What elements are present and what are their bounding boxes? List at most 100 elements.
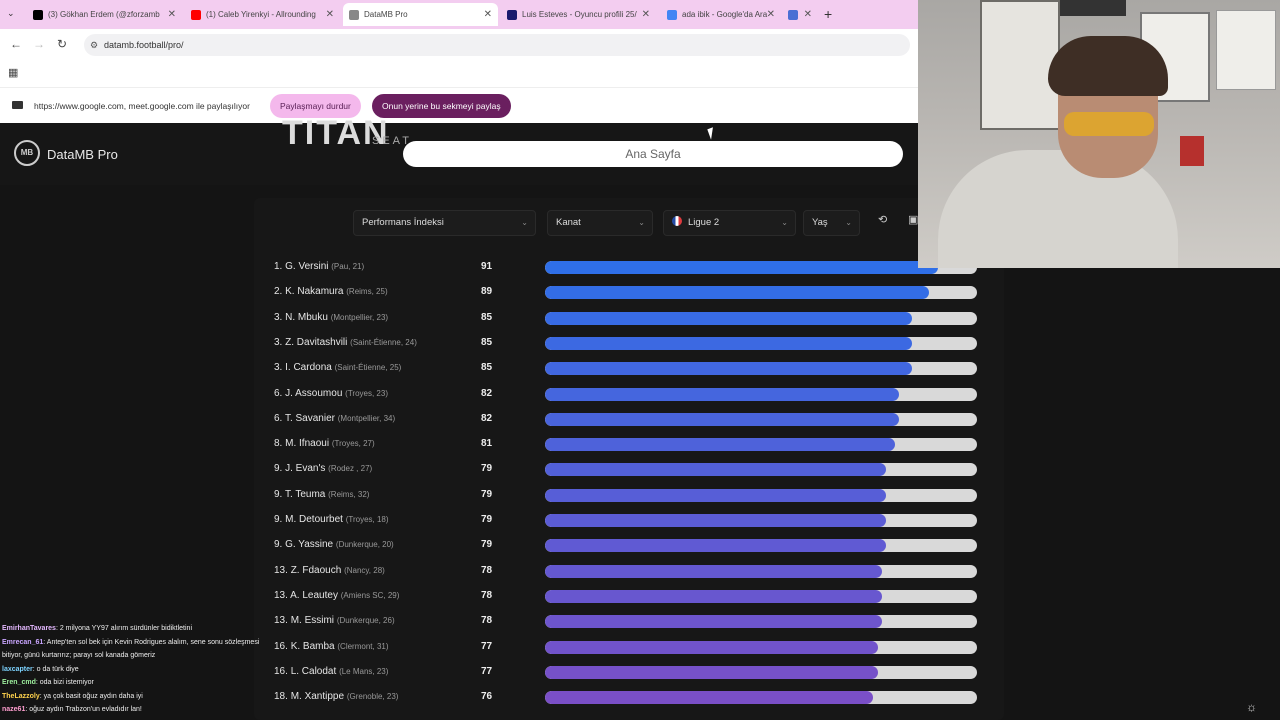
player-name-label[interactable]: 3. N. Mbuku (Montpellier, 23) [274, 312, 388, 323]
player-name: M. Detourbet [285, 514, 343, 525]
player-score: 79 [481, 488, 493, 500]
player-name-label[interactable]: 3. Z. Davitashvili (Saint-Étienne, 24) [274, 337, 417, 348]
theme-toggle-icon[interactable]: ☼ [1246, 700, 1257, 714]
player-row[interactable]: 9. J. Evan's (Rodez , 27) 79 [274, 457, 984, 482]
score-bar-fill [545, 539, 887, 553]
address-bar[interactable]: ⚙ datamb.football/pro/ [84, 34, 910, 56]
player-row[interactable]: 2. K. Nakamura (Reims, 25) 89 [274, 280, 984, 305]
home-search-input[interactable]: Ana Sayfa [403, 141, 903, 167]
player-name: I. Cardona [285, 362, 332, 374]
score-bar-track [545, 615, 977, 629]
apps-grid-icon[interactable]: ▦ [8, 66, 18, 79]
player-row[interactable]: 9. T. Teuma (Reims, 32) 79 [274, 483, 984, 508]
close-tab-icon[interactable]: ✕ [168, 9, 176, 20]
score-bar-fill [545, 387, 900, 401]
score-bar-fill [545, 261, 939, 274]
stream-chat-overlay: EmirhanTavares: 2 milyona YY97 alırım sü… [2, 622, 264, 717]
player-name-label[interactable]: 8. M. Ifnaoui (Troyes, 27) [274, 438, 375, 449]
score-bar-fill [545, 691, 874, 705]
player-score: 82 [481, 412, 493, 424]
browser-tab[interactable]: (3) Gökhan Erdem (@zforzamb ✕ [27, 3, 182, 26]
player-name: M. Ifnaoui [285, 438, 330, 450]
player-name-label[interactable]: 3. I. Cardona (Saint-Étienne, 25) [274, 362, 401, 373]
league-select[interactable]: Ligue 2 ⌄ [663, 210, 796, 236]
reload-icon[interactable]: ↻ [57, 37, 67, 51]
player-name-label[interactable]: 6. T. Savanier (Montpellier, 34) [274, 413, 395, 424]
player-name-label[interactable]: 13. M. Essimi (Dunkerque, 26) [274, 615, 395, 626]
score-bar-fill [545, 488, 887, 502]
screen-share-icon [12, 101, 23, 109]
player-name-label[interactable]: 16. K. Bamba (Clermont, 31) [274, 641, 389, 652]
player-rank: 13. [274, 564, 288, 576]
player-name-label[interactable]: 9. J. Evan's (Rodez , 27) [274, 463, 372, 474]
close-tab-icon[interactable]: ✕ [767, 9, 775, 20]
player-rank: 8. [274, 438, 283, 450]
player-score: 85 [481, 362, 493, 374]
player-name-label[interactable]: 13. A. Leautey (Amiens SC, 29) [274, 590, 399, 601]
player-club-age: (Le Mans, 23) [339, 666, 389, 676]
browser-tab[interactable]: (1) Caleb Yirenkyi - Allrounding ✕ [185, 3, 340, 26]
metric-select[interactable]: Performans İndeksi ⌄ [353, 210, 536, 236]
site-info-icon[interactable]: ⚙ [90, 34, 98, 56]
share-this-tab-button[interactable]: Onun yerine bu sekmeyi paylaş [372, 94, 511, 118]
forward-icon[interactable]: → [33, 37, 45, 51]
player-name: N. Mbuku [285, 311, 328, 323]
score-bar-fill [545, 438, 895, 452]
player-name-label[interactable]: 1. G. Versini (Pau, 21) [274, 261, 364, 272]
player-name-label[interactable]: 6. J. Assoumou (Troyes, 23) [274, 388, 388, 399]
calendar-icon[interactable]: ▣ [908, 213, 918, 226]
player-row[interactable]: 3. I. Cardona (Saint-Étienne, 25) 85 [274, 356, 984, 381]
browser-tab[interactable]: ✕ [782, 3, 818, 26]
player-row[interactable]: 16. K. Bamba (Clermont, 31) 77 [274, 635, 984, 660]
site-header: MB DataMB Pro TITAN SEAT Ana Sayfa [0, 114, 918, 185]
player-row[interactable]: 9. G. Yassine (Dunkerque, 20) 79 [274, 533, 984, 558]
close-tab-icon[interactable]: ✕ [642, 9, 650, 20]
player-row[interactable]: 9. M. Detourbet (Troyes, 18) 79 [274, 508, 984, 533]
player-row[interactable]: 13. Z. Fdaouch (Nancy, 28) 78 [274, 559, 984, 584]
player-rank: 2. [274, 286, 283, 298]
new-tab-button[interactable]: + [824, 6, 832, 22]
player-row[interactable]: 8. M. Ifnaoui (Troyes, 27) 81 [274, 432, 984, 457]
player-row[interactable]: 3. N. Mbuku (Montpellier, 23) 85 [274, 306, 984, 331]
datamb-logo-icon[interactable]: MB [14, 140, 40, 166]
position-select[interactable]: Kanat ⌄ [547, 210, 653, 236]
player-name-label[interactable]: 9. T. Teuma (Reims, 32) [274, 489, 369, 500]
player-score: 85 [481, 336, 493, 348]
player-name: K. Bamba [290, 640, 335, 652]
player-name-label[interactable]: 16. L. Calodat (Le Mans, 23) [274, 666, 388, 677]
tab-search-icon[interactable]: ⌄ [7, 8, 15, 19]
player-name-label[interactable]: 9. M. Detourbet (Troyes, 18) [274, 514, 389, 525]
score-bar-fill [545, 463, 887, 477]
player-row[interactable]: 13. A. Leautey (Amiens SC, 29) 78 [274, 584, 984, 609]
player-rank: 9. [274, 463, 283, 475]
browser-tab[interactable]: DataMB Pro ✕ [343, 3, 498, 26]
player-row[interactable]: 13. M. Essimi (Dunkerque, 26) 78 [274, 609, 984, 634]
close-tab-icon[interactable]: ✕ [804, 9, 812, 20]
player-name: M. Xantippe [290, 691, 345, 703]
player-row[interactable]: 18. M. Xantippe (Grenoble, 23) 76 [274, 685, 984, 710]
player-row[interactable]: 3. Z. Davitashvili (Saint-Étienne, 24) 85 [274, 331, 984, 356]
player-name-label[interactable]: 13. Z. Fdaouch (Nancy, 28) [274, 565, 385, 576]
close-tab-icon[interactable]: ✕ [326, 9, 334, 20]
browser-tab[interactable]: Luis Esteves - Oyuncu profili 25/ ✕ [501, 3, 656, 26]
site-title[interactable]: DataMB Pro [47, 147, 118, 162]
player-row[interactable]: 6. J. Assoumou (Troyes, 23) 82 [274, 382, 984, 407]
player-rank: 16. [274, 640, 288, 652]
player-score: 79 [481, 539, 493, 551]
score-bar-track [545, 564, 977, 578]
player-name-label[interactable]: 9. G. Yassine (Dunkerque, 20) [274, 539, 394, 550]
player-name-label[interactable]: 18. M. Xantippe (Grenoble, 23) [274, 691, 398, 702]
player-row[interactable]: 6. T. Savanier (Montpellier, 34) 82 [274, 407, 984, 432]
chevron-down-icon: ⌄ [521, 218, 528, 227]
close-tab-icon[interactable]: ✕ [484, 9, 492, 20]
player-name-label[interactable]: 2. K. Nakamura (Reims, 25) [274, 286, 388, 297]
player-row[interactable]: 1. G. Versini (Pau, 21) 91 [274, 255, 984, 280]
score-bar-fill [545, 412, 900, 426]
player-club-age: (Saint-Étienne, 25) [334, 363, 402, 373]
player-rank: 9. [274, 488, 283, 500]
age-select[interactable]: Yaş ⌄ [803, 210, 860, 236]
browser-tab[interactable]: ada ibik - Google'da Ara ✕ [661, 3, 781, 26]
player-row[interactable]: 16. L. Calodat (Le Mans, 23) 77 [274, 660, 984, 685]
back-icon[interactable]: ← [10, 37, 22, 51]
reset-icon[interactable]: ⟲ [878, 213, 887, 226]
